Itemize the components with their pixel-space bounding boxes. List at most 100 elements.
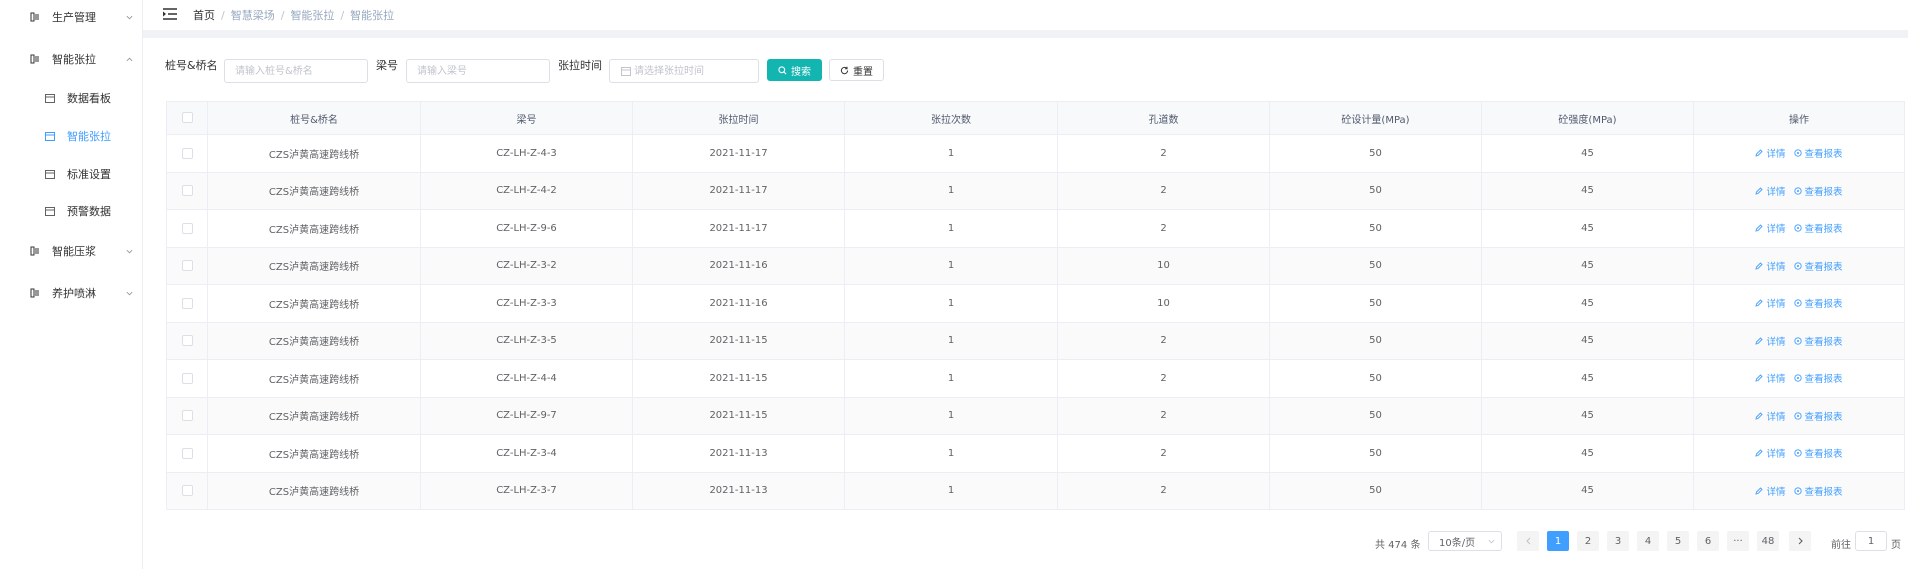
breadcrumb-item[interactable]: 首页: [193, 9, 215, 22]
reset-button[interactable]: 重置: [829, 59, 884, 81]
cell-count: 1: [844, 134, 1058, 173]
detail-link[interactable]: 详情: [1755, 446, 1786, 460]
view-report-link[interactable]: 查看报表: [1793, 371, 1843, 386]
cell-time: 2021-11-15: [632, 359, 845, 398]
page-button[interactable]: 6: [1697, 531, 1719, 551]
sidebar-item-smart-tension-active[interactable]: 智能张拉: [0, 122, 143, 150]
row-checkbox[interactable]: [181, 147, 193, 159]
view-report-link[interactable]: 查看报表: [1793, 259, 1843, 273]
cell-strength: 45: [1481, 171, 1694, 210]
view-report-link[interactable]: 查看报表: [1793, 484, 1843, 498]
detail-link[interactable]: 详情: [1755, 484, 1786, 498]
breadcrumb-item[interactable]: 智能张拉: [290, 9, 334, 22]
pile-input[interactable]: [224, 59, 368, 83]
breadcrumb-item[interactable]: 智慧梁场: [231, 9, 275, 22]
page-button[interactable]: 5: [1667, 531, 1689, 551]
page-button[interactable]: 1: [1547, 531, 1569, 551]
cell-strength: 45: [1481, 134, 1694, 173]
sidebar-item-curing-spray[interactable]: 养护喷淋: [0, 279, 143, 307]
row-checkbox[interactable]: [181, 447, 193, 459]
view-icon: [1793, 487, 1802, 495]
detail-link[interactable]: 详情: [1755, 259, 1786, 273]
page-button[interactable]: 4: [1637, 531, 1659, 551]
goto-page-input[interactable]: [1855, 531, 1887, 551]
sidebar-item-dashboard[interactable]: 数据看板: [0, 84, 143, 112]
row-checkbox[interactable]: [181, 335, 193, 346]
view-report-link-label: 查看报表: [1804, 261, 1843, 273]
view-report-link[interactable]: 查看报表: [1793, 446, 1843, 460]
page-size-select[interactable]: 10条/页: [1428, 531, 1502, 551]
cell-time: 2021-11-17: [632, 209, 845, 248]
sidebar-item-label: 预警数据: [67, 205, 111, 218]
view-report-link[interactable]: 查看报表: [1793, 184, 1843, 198]
detail-link-label: 详情: [1766, 149, 1786, 161]
select-all-checkbox[interactable]: [181, 112, 193, 124]
sidebar-item-smart-grouting[interactable]: 智能压浆: [0, 237, 143, 265]
view-report-link[interactable]: 查看报表: [1793, 296, 1843, 311]
row-checkbox[interactable]: [181, 410, 193, 421]
time-picker[interactable]: [609, 59, 759, 83]
row-select-cell: [166, 359, 208, 398]
sidebar-item-smart-tension[interactable]: 智能张拉: [0, 45, 143, 73]
view-icon: [1793, 149, 1802, 157]
detail-link[interactable]: 详情: [1755, 409, 1786, 423]
cell-count: 1: [844, 359, 1058, 398]
cell-actions: 详情 查看报表: [1693, 171, 1905, 210]
row-checkbox[interactable]: [181, 372, 193, 384]
page-button[interactable]: 48: [1757, 531, 1779, 551]
table-row: CZS泸黄高速跨线桥 CZ-LH-Z-9-6 2021-11-17 1 2 50 45 详情 查…: [166, 209, 1905, 248]
cell-holes: 2: [1057, 171, 1270, 210]
view-report-link[interactable]: 查看报表: [1793, 146, 1843, 160]
detail-link[interactable]: 详情: [1755, 146, 1786, 161]
sidebar-item-standards[interactable]: 标准设置: [0, 160, 143, 188]
cell-count: 1: [844, 171, 1058, 210]
page-ellipsis[interactable]: ···: [1727, 531, 1749, 551]
view-report-link[interactable]: 查看报表: [1793, 409, 1843, 423]
detail-link[interactable]: 详情: [1755, 296, 1786, 311]
edit-icon: [1755, 337, 1764, 345]
beam-input[interactable]: [406, 59, 550, 83]
row-select-cell: [166, 284, 208, 323]
row-checkbox[interactable]: [181, 185, 193, 196]
data-table: 桩号&桥名 梁号 张拉时间 张拉次数 孔道数 砼设计量(MPa) 砼强度(MPa…: [166, 101, 1905, 510]
sidebar-item-alerts[interactable]: 预警数据: [0, 197, 143, 225]
row-select-cell: [166, 321, 208, 360]
page-button[interactable]: 3: [1607, 531, 1629, 551]
sidebar-item-production[interactable]: 生产管理: [0, 3, 143, 31]
view-report-link[interactable]: 查看报表: [1793, 221, 1843, 235]
view-icon: [1793, 262, 1802, 270]
detail-link-label: 详情: [1766, 299, 1786, 311]
cell-holes: 2: [1057, 321, 1270, 360]
next-page-button[interactable]: [1789, 531, 1811, 551]
search-button[interactable]: 搜索: [767, 59, 822, 81]
chevron-down-icon: [1488, 539, 1495, 544]
hamburger-icon[interactable]: [163, 8, 177, 20]
cell-bridge: CZS泸黄高速跨线桥: [207, 284, 421, 323]
row-checkbox[interactable]: [181, 260, 193, 271]
page-button[interactable]: 2: [1577, 531, 1599, 551]
sidebar-item-label: 智能张拉: [52, 53, 96, 66]
search-icon: [778, 65, 787, 74]
cell-strength: 45: [1481, 209, 1694, 248]
edit-icon: [1755, 374, 1764, 382]
detail-link[interactable]: 详情: [1755, 184, 1786, 198]
cell-time: 2021-11-16: [632, 246, 845, 285]
detail-link-label: 详情: [1766, 374, 1786, 386]
prev-page-button[interactable]: [1517, 531, 1539, 551]
view-icon: [1793, 187, 1802, 195]
cell-strength: 45: [1481, 284, 1694, 323]
row-checkbox[interactable]: [181, 297, 193, 309]
detail-link[interactable]: 详情: [1755, 334, 1786, 348]
menu-icon: [30, 246, 39, 256]
cell-beam: CZ-LH-Z-9-7: [420, 396, 633, 435]
detail-link[interactable]: 详情: [1755, 221, 1786, 235]
row-checkbox[interactable]: [181, 485, 193, 496]
view-report-link[interactable]: 查看报表: [1793, 334, 1843, 348]
detail-link-label: 详情: [1766, 411, 1786, 423]
detail-link[interactable]: 详情: [1755, 371, 1786, 386]
cell-count: 1: [844, 434, 1058, 473]
view-report-link-label: 查看报表: [1804, 374, 1843, 386]
cell-beam: CZ-LH-Z-3-3: [420, 284, 633, 323]
view-report-link-label: 查看报表: [1804, 299, 1843, 311]
row-checkbox[interactable]: [181, 222, 193, 234]
